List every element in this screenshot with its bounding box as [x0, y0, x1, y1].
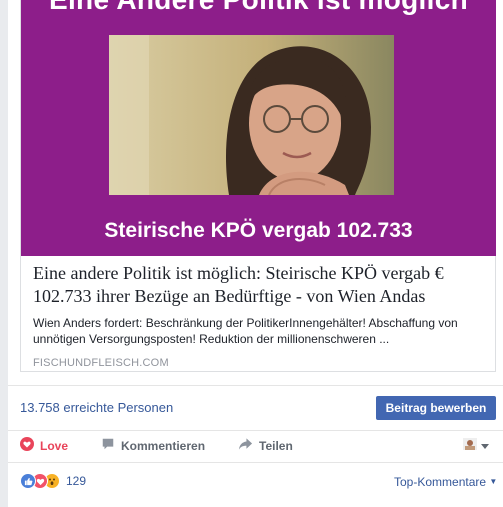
audience-selector[interactable] [463, 438, 489, 453]
heart-icon [20, 437, 34, 454]
comment-button[interactable]: Kommentieren [101, 437, 205, 454]
like-reaction-icon [20, 473, 36, 489]
image-caption: Steirische KPÖ vergab 102.733 [104, 219, 413, 242]
action-bar: Love Kommentieren Teilen [20, 437, 496, 457]
link-description: Wien Anders fordert: Beschränkung der Po… [33, 316, 458, 346]
love-label: Love [40, 438, 69, 453]
divider [8, 385, 503, 386]
caret-down-icon: ▼ [489, 477, 498, 486]
image-headline: Eine Andere Politik ist möglich [21, 0, 496, 16]
comment-sort-dropdown[interactable]: Top-Kommentare ▼ [394, 475, 497, 489]
link-preview-card[interactable]: Eine Andere Politik ist möglich [20, 0, 496, 372]
reaction-count: 129 [66, 474, 87, 488]
link-domain: FISCHUNDFLEISCH.COM [33, 357, 169, 369]
left-gutter [0, 0, 8, 507]
divider [8, 462, 503, 463]
preview-image[interactable]: Eine Andere Politik ist möglich [21, 0, 496, 256]
share-label: Teilen [259, 438, 293, 453]
comment-icon [101, 437, 115, 454]
love-button[interactable]: Love [20, 437, 68, 454]
reach-link[interactable]: 13.758 erreichte Personen [20, 400, 173, 415]
link-meta[interactable]: Eine andere Politik ist möglich: Steiris… [33, 262, 485, 369]
divider [8, 430, 503, 431]
comment-label: Kommentieren [121, 438, 206, 453]
page-avatar-icon [463, 438, 477, 453]
chevron-down-icon [481, 439, 489, 453]
share-button[interactable]: Teilen [238, 437, 293, 454]
link-title[interactable]: Eine andere Politik ist möglich: Steiris… [33, 262, 485, 308]
share-arrow-icon [238, 437, 253, 454]
reaction-summary[interactable]: 129 [20, 473, 86, 489]
portrait-photo [109, 35, 394, 195]
comment-sort-label: Top-Kommentare [394, 475, 487, 489]
promote-post-button[interactable]: Beitrag bewerben [376, 396, 496, 420]
